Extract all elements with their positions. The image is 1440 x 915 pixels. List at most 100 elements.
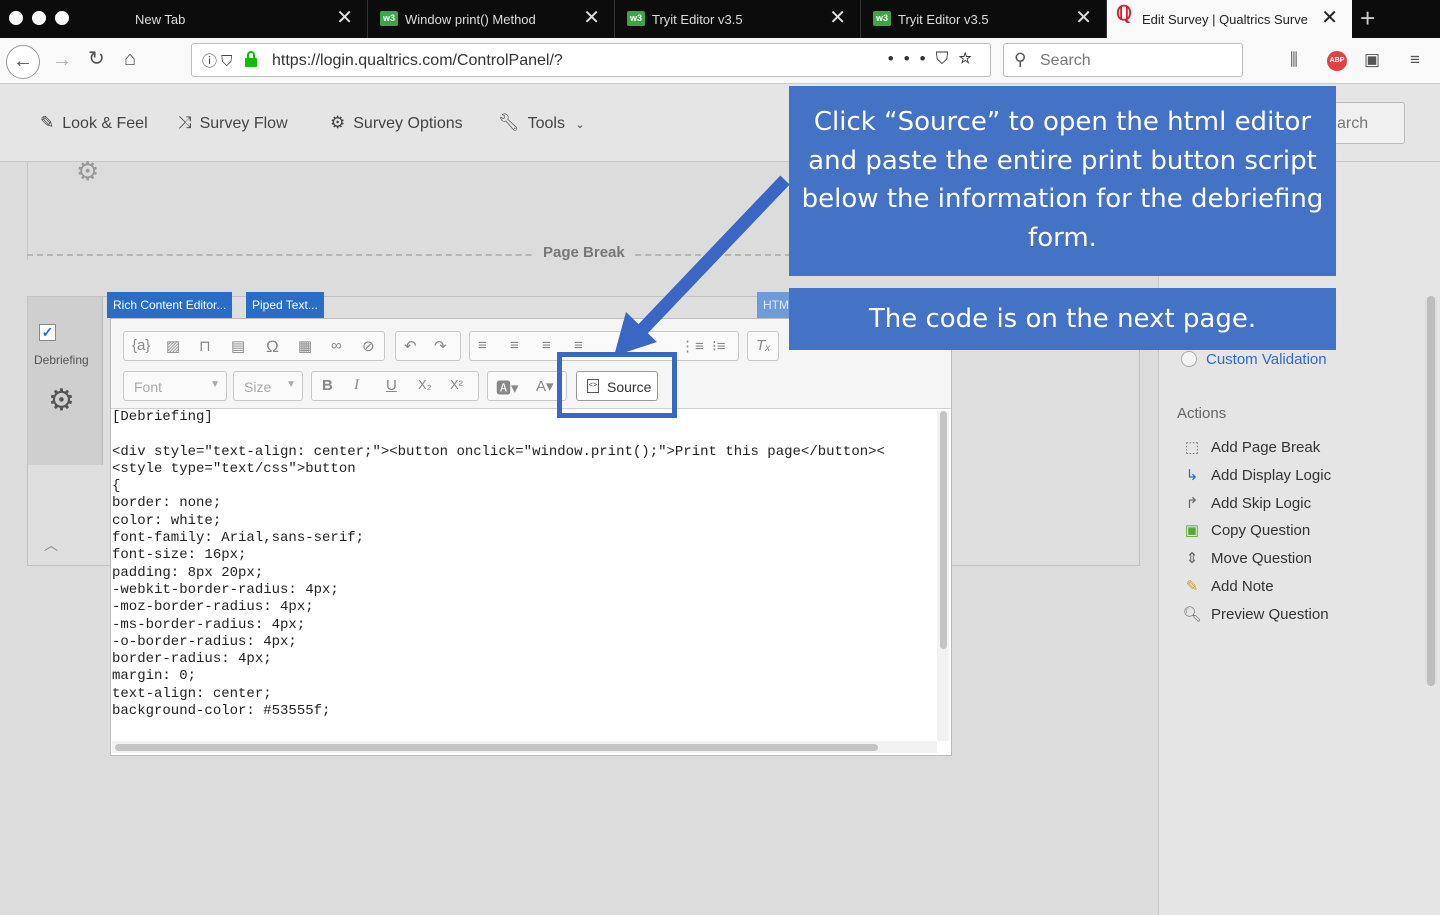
sidebar-icon[interactable]: ▣ <box>1364 50 1380 70</box>
tab-close-icon[interactable]: ✕ <box>1321 8 1338 28</box>
undo-icon[interactable]: ↶ <box>404 337 417 355</box>
url-bar[interactable]: ⓘ ⛉ https://login.qualtrics.com/ControlP… <box>191 43 991 77</box>
window-minimize-dot[interactable] <box>32 11 46 25</box>
code-line: border: none; <box>112 495 222 512</box>
search-icon: ⚲ <box>1014 50 1027 69</box>
move-question-action[interactable]: ⇕ Move Question <box>1181 549 1312 567</box>
size-dropdown[interactable]: Size ▼ <box>233 371 303 401</box>
tab-close-icon[interactable]: ✕ <box>1075 8 1092 28</box>
media-icon[interactable]: ⊓ <box>199 337 211 355</box>
preview-question-action[interactable]: 🔍︎ Preview Question <box>1181 605 1328 623</box>
browser-tab-window-print[interactable]: w3 Window print() Method ✕ <box>368 0 615 38</box>
chevron-up-icon[interactable]: ︿ <box>44 535 58 555</box>
subscript-icon[interactable]: X₂ <box>418 377 432 392</box>
align-left-icon[interactable]: ≡ <box>478 337 487 354</box>
adblock-icon[interactable]: ABP <box>1327 51 1347 71</box>
window-zoom-dot[interactable] <box>55 11 69 25</box>
page-actions-icons[interactable]: •••⛉☆ <box>888 49 982 69</box>
tab-close-icon[interactable]: ✕ <box>583 8 600 28</box>
copy-question-action[interactable]: ▣ Copy Question <box>1181 521 1310 539</box>
placeholder-icon[interactable]: {a} <box>132 337 150 354</box>
survey-options-button[interactable]: ⚙ Survey Options <box>330 113 463 133</box>
gear-icon: ⚙ <box>330 113 346 132</box>
vertical-scrollbar[interactable] <box>937 411 949 741</box>
back-arrow-icon[interactable]: ← <box>6 45 40 79</box>
underline-icon[interactable]: U <box>386 377 397 394</box>
browser-search-bar[interactable]: ⚲ Search <box>1003 43 1243 77</box>
action-label: Add Page Break <box>1211 439 1321 456</box>
look-and-feel-button[interactable]: ✎ Look & Feel <box>40 113 148 133</box>
browser-tab-strip: New Tab ✕ w3 Window print() Method ✕ w3 … <box>0 0 1440 38</box>
bullet-list-icon[interactable]: ⁝≡ <box>712 337 726 355</box>
question-label: Debriefing <box>34 353 89 367</box>
new-tab-plus-icon[interactable]: + <box>1360 5 1375 31</box>
menu-icon[interactable]: ≡ <box>1410 50 1420 70</box>
piped-text-tab[interactable]: Piped Text... <box>246 292 324 318</box>
flow-icon: ⤨ <box>178 113 192 132</box>
tab-close-icon[interactable]: ✕ <box>336 8 353 28</box>
horizontal-scrollbar[interactable] <box>112 741 937 753</box>
code-line: font-size: 16px; <box>112 547 247 564</box>
superscript-icon[interactable]: X² <box>450 377 463 392</box>
browser-tab-tryit-1[interactable]: w3 Tryit Editor v3.5 ✕ <box>615 0 861 38</box>
scroll-thumb[interactable] <box>1427 296 1435 686</box>
preview-icon: 🔍︎ <box>1182 606 1202 623</box>
table-icon[interactable]: ▦ <box>298 337 312 355</box>
image-icon[interactable]: ▨ <box>166 337 180 355</box>
home-icon[interactable]: ⌂ <box>124 49 136 69</box>
question-select-checkbox[interactable]: ✓ <box>39 324 56 341</box>
custom-validation-link[interactable]: Custom Validation <box>1206 351 1327 368</box>
numbered-list-icon[interactable]: ⋮≡ <box>680 337 704 355</box>
browser-tab-edit-survey[interactable]: ℚ Edit Survey | Qualtrics Survey ✕ <box>1107 0 1352 38</box>
gear-icon[interactable]: ⚙ <box>48 383 75 418</box>
tab-title: Tryit Editor v3.5 <box>652 12 743 27</box>
html-view-tab[interactable]: HTM <box>757 292 789 318</box>
align-center-icon[interactable]: ≡ <box>510 337 519 354</box>
tab-close-icon[interactable]: ✕ <box>829 8 846 28</box>
tools-menu-button[interactable]: 🔧︎ Tools ⌄ <box>498 113 585 133</box>
browser-tab-tryit-2[interactable]: w3 Tryit Editor v3.5 ✕ <box>861 0 1107 38</box>
browser-tab-new-tab[interactable]: New Tab ✕ <box>121 0 368 38</box>
italic-icon[interactable]: I <box>354 377 359 394</box>
action-label: Move Question <box>1211 550 1312 567</box>
action-label: Add Display Logic <box>1211 467 1332 484</box>
note-icon: ✎ <box>1185 578 1199 595</box>
background-color-icon[interactable]: 🅰︎▾ <box>496 377 519 398</box>
scroll-thumb[interactable] <box>115 744 878 751</box>
text-color-icon[interactable]: A▾ <box>536 377 554 395</box>
unlink-icon[interactable]: ⊘ <box>362 337 375 355</box>
add-page-break-action[interactable]: ⬚ Add Page Break <box>1181 438 1320 456</box>
film-icon[interactable]: ▤ <box>231 337 245 355</box>
link-icon[interactable]: ∞ <box>331 337 342 354</box>
qualtrics-icon: ℚ <box>1116 3 1132 25</box>
rich-content-editor-tab[interactable]: Rich Content Editor... <box>107 292 233 318</box>
caret-down-icon: ▼ <box>286 379 296 390</box>
question-sidebar: ✓ Debriefing ⚙ <box>28 297 103 465</box>
source-button-highlight-box <box>557 352 677 418</box>
reload-icon[interactable]: ↻ <box>88 49 105 69</box>
tab-title: New Tab <box>135 12 186 27</box>
color-group: 🅰︎▾ A▾ <box>487 371 567 401</box>
redo-icon[interactable]: ↷ <box>434 337 447 355</box>
clear-format-icon[interactable]: Tₓ <box>756 337 771 354</box>
add-skip-logic-action[interactable]: ↱ Add Skip Logic <box>1181 494 1311 512</box>
page-scrollbar[interactable] <box>1425 296 1437 686</box>
custom-validation-radio[interactable] <box>1181 351 1197 367</box>
font-dropdown[interactable]: Font ▼ <box>123 371 227 401</box>
forward-arrow-icon[interactable]: → <box>52 50 72 70</box>
bold-icon[interactable]: B <box>322 377 333 394</box>
add-note-action[interactable]: ✎ Add Note <box>1181 577 1274 595</box>
menu-label: Survey Flow <box>199 115 288 132</box>
html-source-textarea[interactable]: [Debriefing] <div style="text-align: cen… <box>112 409 937 739</box>
survey-flow-button[interactable]: ⤨ Survey Flow <box>178 113 288 133</box>
library-icon[interactable]: ⫼ <box>1290 50 1298 70</box>
actions-heading: Actions <box>1177 405 1227 422</box>
gear-icon[interactable]: ⚙ <box>76 156 99 187</box>
code-line: border-radius: 4px; <box>112 651 272 668</box>
info-shield-icon[interactable]: ⓘ ⛉ <box>202 50 232 71</box>
scroll-thumb[interactable] <box>940 411 947 649</box>
align-right-icon[interactable]: ≡ <box>542 337 551 354</box>
special-char-icon[interactable]: Ω <box>266 337 279 357</box>
window-close-dot[interactable] <box>9 11 23 25</box>
add-display-logic-action[interactable]: ↳ Add Display Logic <box>1181 466 1331 484</box>
